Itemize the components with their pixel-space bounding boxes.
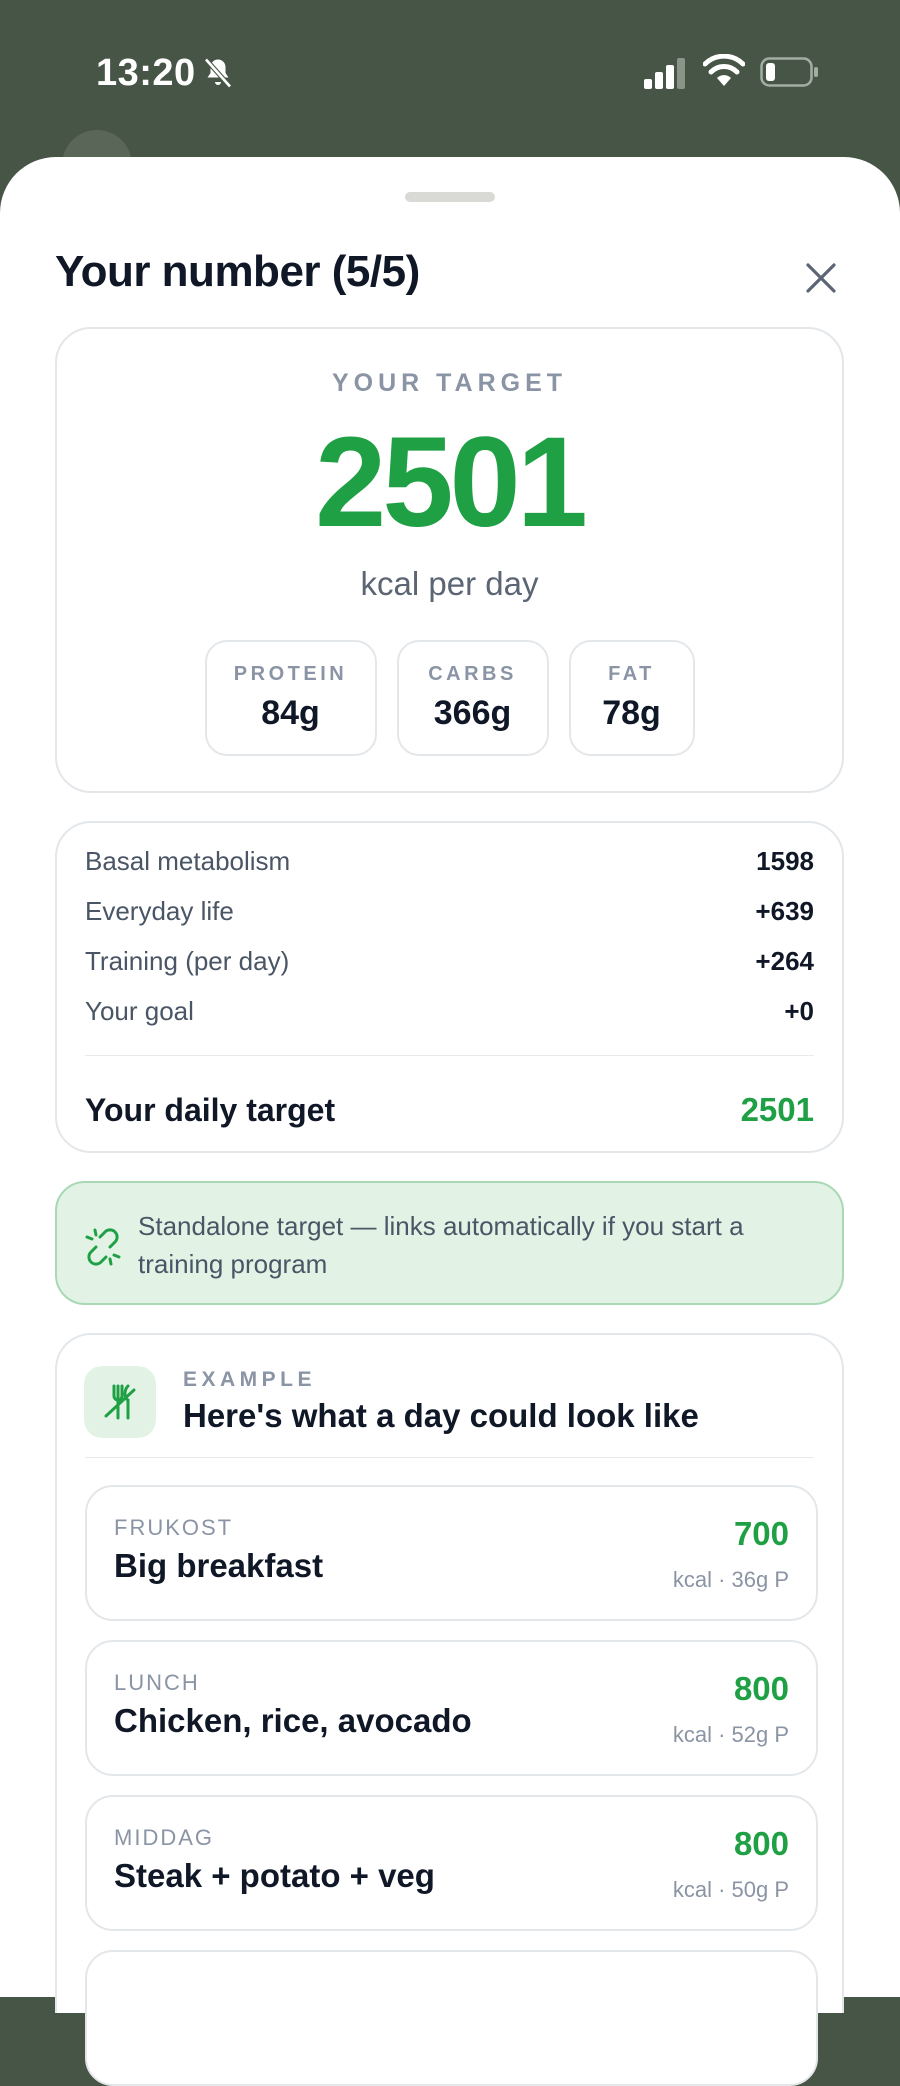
meal-meta: kcal · 52g P (672, 1722, 789, 1747)
meal-kcal: 700 (733, 1515, 789, 1552)
daily-target-label: Your daily target (85, 1091, 336, 1128)
meal-kicker: LUNCH (114, 1670, 200, 1695)
target-value: 2501 (315, 411, 588, 554)
meal-card-lunch[interactable]: LUNCH Chicken, rice, avocado 800 kcal · … (85, 1640, 818, 1776)
battery-icon (760, 57, 818, 87)
close-button[interactable] (796, 253, 846, 303)
breakdown-label: Your goal (85, 995, 194, 1026)
macro-label: PROTEIN (233, 663, 348, 685)
target-card: YOUR TARGET 2501 kcal per day PROTEIN 84… (55, 327, 844, 793)
macro-fat: FAT 78g (568, 640, 695, 756)
breakdown-card: Basal metabolism 1598 Everyday life +639… (55, 821, 844, 1153)
example-day-card: EXAMPLE Here's what a day could look lik… (55, 1333, 844, 2086)
meal-card-breakfast[interactable]: FRUKOST Big breakfast 700 kcal · 36g P (85, 1485, 818, 1621)
link-break-icon (85, 1228, 121, 1266)
close-icon (806, 263, 836, 293)
breakdown-row-everyday: Everyday life +639 (85, 891, 814, 931)
breakdown-row-basal: Basal metabolism 1598 (85, 841, 814, 881)
breakdown-value: +639 (755, 895, 814, 926)
example-kicker: EXAMPLE (183, 1368, 317, 1391)
meal-kicker: FRUKOST (114, 1515, 234, 1540)
utensils-slash-icon (104, 1384, 136, 1420)
macro-label: CARBS (428, 663, 517, 685)
macro-carbs: CARBS 366g (396, 640, 549, 756)
sheet-grabber[interactable] (405, 192, 495, 202)
status-bar: 13:20 (0, 0, 900, 150)
macro-list: PROTEIN 84g CARBS 366g FAT 78g (57, 640, 842, 756)
macro-value: 366g (433, 694, 512, 732)
daily-target-value: 2501 (740, 1091, 814, 1128)
meal-meta: kcal · 50g P (672, 1877, 789, 1902)
wifi-icon (703, 54, 745, 86)
notice-text: Standalone target — links automatically … (138, 1211, 744, 1279)
breakdown-total: Your daily target 2501 (85, 1088, 814, 1132)
macro-value: 84g (261, 694, 320, 732)
meal-kicker: MIDDAG (114, 1825, 214, 1850)
macro-label: FAT (608, 663, 655, 685)
standalone-target-notice: Standalone target — links automatically … (55, 1181, 844, 1305)
example-divider (85, 1457, 814, 1458)
breakdown-value: +0 (784, 995, 814, 1026)
breakdown-value: +264 (755, 945, 814, 976)
breakdown-value: 1598 (756, 845, 814, 876)
example-title: Here's what a day could look like (183, 1397, 699, 1434)
macro-value: 78g (602, 694, 661, 732)
breakdown-label: Basal metabolism (85, 845, 291, 876)
target-unit: kcal per day (360, 565, 539, 602)
cellular-signal-icon (644, 58, 685, 89)
breakdown-divider (85, 1055, 814, 1056)
meal-card-dinner[interactable]: MIDDAG Steak + potato + veg 800 kcal · 5… (85, 1795, 818, 1931)
breakdown-label: Everyday life (85, 895, 234, 926)
meal-name: Chicken, rice, avocado (114, 1702, 472, 1739)
sheet-title: Your number (5/5) (55, 247, 420, 296)
meal-kcal: 800 (733, 1825, 789, 1862)
macro-protein: PROTEIN 84g (204, 640, 377, 756)
breakdown-label: Training (per day) (85, 945, 290, 976)
target-label: YOUR TARGET (331, 369, 568, 397)
meal-kcal: 800 (733, 1670, 789, 1707)
meal-name: Steak + potato + veg (114, 1857, 435, 1894)
meal-name: Big breakfast (114, 1547, 324, 1584)
breakdown-row-goal: Your goal +0 (85, 991, 814, 1031)
meal-meta: kcal · 36g P (672, 1567, 789, 1592)
breakdown-row-training: Training (per day) +264 (85, 941, 814, 981)
example-icon-box (84, 1366, 156, 1438)
bell-slash-icon (204, 57, 232, 89)
bottom-sheet: Your number (5/5) YOUR TARGET 2501 kcal … (0, 157, 900, 2086)
status-time: 13:20 (96, 52, 196, 94)
meal-card-next[interactable] (85, 1950, 818, 2086)
